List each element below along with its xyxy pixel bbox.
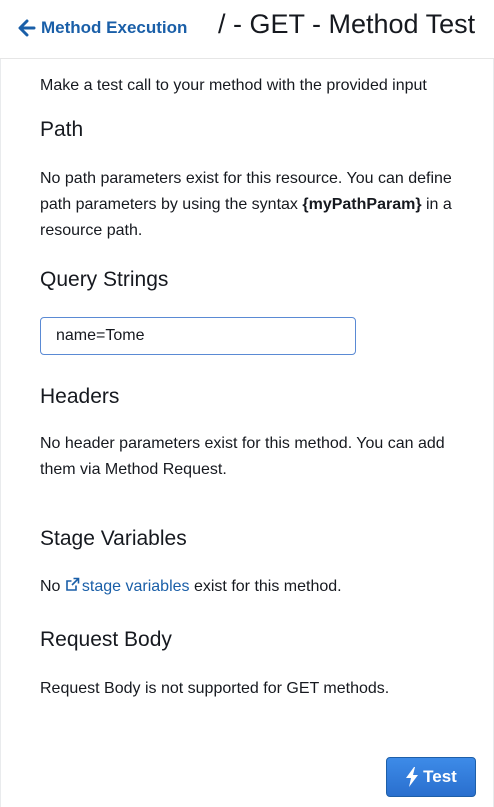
- request-body-heading: Request Body: [40, 628, 172, 651]
- intro-text: Make a test call to your method with the…: [40, 77, 427, 94]
- left-border: [0, 59, 1, 807]
- stage-variables-prefix: No: [40, 578, 65, 595]
- back-link-label: Method Execution: [41, 18, 188, 37]
- stage-variables-link-label: stage variables: [81, 578, 190, 595]
- header-divider: [0, 58, 494, 59]
- stage-variables-heading: Stage Variables: [40, 527, 187, 550]
- request-body-description: Request Body is not supported for GET me…: [40, 680, 390, 697]
- back-to-method-execution-link[interactable]: Method Execution: [18, 18, 187, 38]
- external-link-icon: [65, 575, 80, 591]
- header: Method Execution / - GET - Method Test: [0, 0, 494, 60]
- test-button[interactable]: Test: [386, 757, 476, 797]
- path-heading: Path: [40, 118, 84, 141]
- query-strings-heading: Query Strings: [40, 268, 169, 291]
- test-button-label: Test: [423, 767, 457, 786]
- headers-description: No header parameters exist for this meth…: [40, 435, 445, 478]
- lightning-bolt-icon: [405, 767, 419, 787]
- stage-variables-description: No stage variables exist for this method…: [40, 574, 470, 600]
- arrow-left-icon: [18, 19, 36, 37]
- query-strings-input[interactable]: [40, 317, 356, 355]
- stage-variables-suffix: exist for this method.: [189, 578, 342, 595]
- page-title: / - GET - Method Test: [218, 9, 476, 39]
- headers-heading: Headers: [40, 385, 120, 408]
- stage-variables-link[interactable]: stage variables: [65, 575, 190, 595]
- path-syntax: {myPathParam}: [302, 196, 422, 213]
- path-description: No path parameters exist for this resour…: [40, 166, 470, 244]
